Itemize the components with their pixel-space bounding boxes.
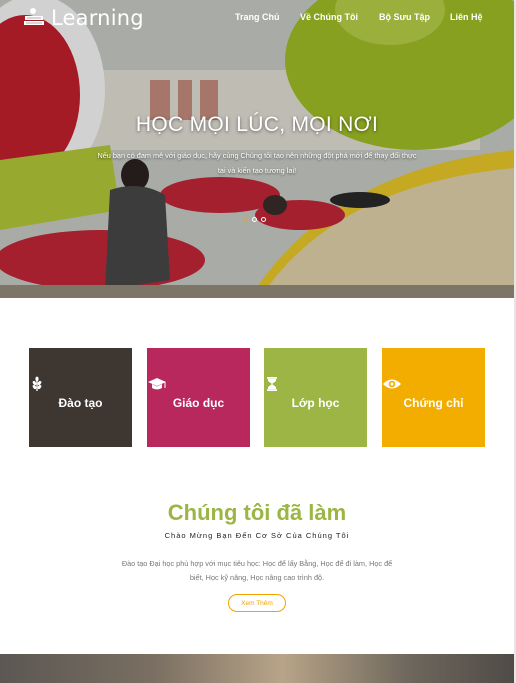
feature-box-certificate[interactable]: Chứng chỉ (382, 348, 485, 447)
feature-label: Giáo dục (172, 396, 225, 410)
slider-dots (243, 217, 266, 222)
feature-box-training[interactable]: Đào tạo (29, 348, 132, 447)
hero-slider: Learning Trang Chủ Về Chúng Tôi Bộ Sưu T… (0, 0, 514, 298)
section-description: Đào tạo Đại học phù hợp với mục tiêu học… (108, 557, 406, 585)
eye-icon (383, 379, 401, 389)
feature-label: Lớp học (291, 396, 340, 410)
slider-dot-2[interactable] (252, 217, 257, 222)
section-subtitle: Chào Mừng Bạn Đến Cơ Sở Của Chúng Tôi (164, 531, 350, 540)
slider-dot-1[interactable] (243, 217, 248, 222)
nav-contact[interactable]: Liên Hệ (450, 12, 483, 22)
feature-box-education[interactable]: Giáo dục (147, 348, 250, 447)
next-section-image (0, 654, 514, 683)
books-icon (24, 8, 44, 25)
hero-subtitle-line2: tại và kiến tạo tương lai! (217, 166, 297, 175)
nav-home[interactable]: Trang Chủ (235, 12, 280, 22)
feature-label: Đào tạo (58, 396, 103, 410)
nav-about[interactable]: Về Chúng Tôi (300, 12, 358, 22)
top-navigation: Learning Trang Chủ Về Chúng Tôi Bộ Sưu T… (0, 0, 514, 40)
wheat-icon (32, 376, 42, 391)
section-description-line2: biết, Học kỹ năng, Học nâng cao trình độ… (189, 573, 325, 582)
slider-dot-3[interactable] (261, 217, 266, 222)
brand-logo[interactable]: Learning (22, 6, 144, 30)
feature-box-classes[interactable]: Lớp học (264, 348, 367, 447)
feature-label: Chứng chỉ (403, 396, 464, 410)
hero-subtitle-line1: Nếu bạn có đam mê với giáo dục, hãy cùng… (97, 151, 417, 160)
section-description-line1: Đào tạo Đại học phù hợp với mục tiêu học… (121, 559, 393, 568)
view-more-button[interactable]: Xem Thêm (228, 594, 286, 612)
hero-subtitle: Nếu bạn có đam mê với giáo dục, hãy cùng… (82, 148, 432, 178)
hourglass-icon (267, 377, 277, 391)
section-title: Chúng tôi đã làm (167, 500, 347, 525)
brand-name: Learning (51, 6, 144, 30)
graduation-cap-icon (148, 378, 166, 390)
nav-gallery[interactable]: Bộ Sưu Tập (379, 12, 430, 22)
hero-title: HỌC MỌI LÚC, MỌI NƠI (135, 113, 379, 136)
